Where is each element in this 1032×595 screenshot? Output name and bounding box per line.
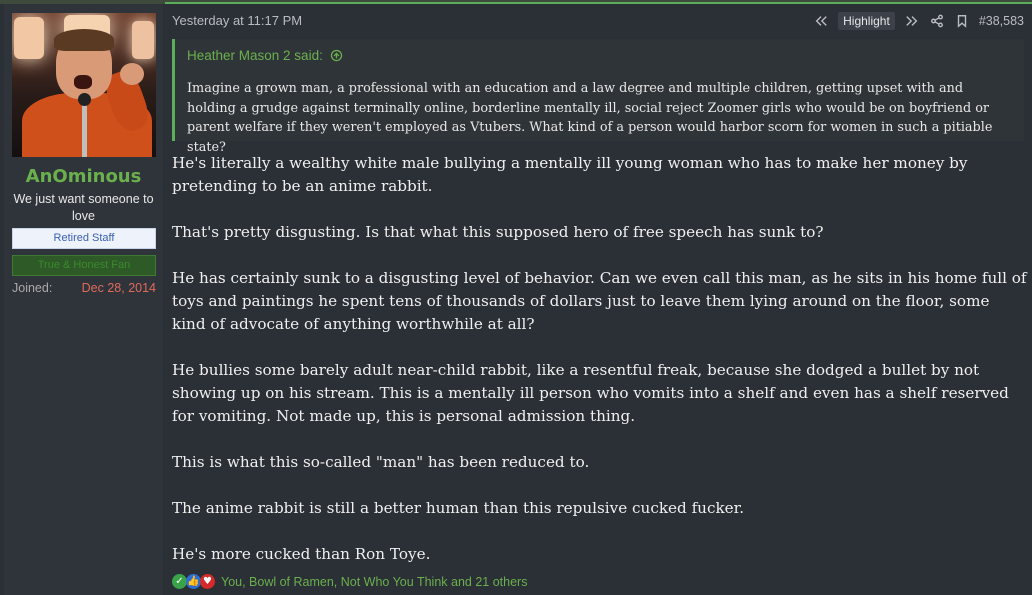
previous-highlight-icon[interactable] (813, 13, 829, 29)
joined-label: Joined: (12, 281, 53, 295)
jump-to-quote-icon[interactable] (329, 47, 345, 63)
post-date-link[interactable]: Yesterday at 11:17 PM (172, 13, 302, 28)
post-paragraph: He's more cucked than Ron Toye. (172, 545, 431, 563)
banner-true-honest-fan: True & Honest Fan (12, 255, 156, 276)
highlight-button[interactable]: Highlight (838, 12, 895, 30)
post-paragraph: He bullies some barely adult near-child … (172, 361, 1009, 425)
quote-text: Imagine a grown man, a professional with… (187, 81, 993, 155)
post-paragraph: He's literally a wealthy white male bull… (172, 154, 968, 195)
heart-icon: ♥ (200, 574, 215, 589)
next-highlight-icon[interactable] (904, 13, 920, 29)
post-paragraph: He has certainly sunk to a disgusting le… (172, 269, 1027, 333)
post-actions: Highlight #38,583 (813, 12, 1024, 30)
username-link[interactable]: AnOminous (4, 166, 163, 187)
quote-author-label[interactable]: Heather Mason 2 said: (187, 48, 323, 63)
post-content: He's literally a wealthy white male bull… (172, 152, 1027, 566)
bookmark-icon[interactable] (954, 13, 970, 29)
avatar[interactable] (12, 13, 156, 157)
post-paragraph: This is what this so-called "man" has be… (172, 453, 590, 471)
banner-retired-staff: Retired Staff (12, 228, 156, 249)
reactions-bar[interactable]: ✓ 👍 ♥ You, Bowl of Ramen, Not Who You Th… (172, 574, 527, 589)
post-number-link[interactable]: #38,583 (979, 14, 1024, 28)
check-icon: ✓ (172, 574, 187, 589)
post-paragraph: That's pretty disgusting. Is that what t… (172, 223, 824, 241)
reaction-names-link[interactable]: You, Bowl of Ramen, Not Who You Think an… (221, 575, 527, 589)
share-icon[interactable] (929, 13, 945, 29)
quote-author[interactable]: Heather Mason 2 said: (187, 47, 345, 63)
user-title: We just want someone to love (13, 192, 154, 223)
user-sidebar: AnOminous We just want someone to love R… (4, 4, 163, 595)
post-paragraph: The anime rabbit is still a better human… (172, 499, 745, 517)
quote-block: Heather Mason 2 said: Imagine a grown ma… (172, 39, 1024, 155)
joined-date: Dec 28, 2014 (81, 281, 156, 295)
post-main: Yesterday at 11:17 PM Highlight #38,583 … (165, 4, 1032, 595)
thumbs-up-icon: 👍 (186, 574, 201, 589)
